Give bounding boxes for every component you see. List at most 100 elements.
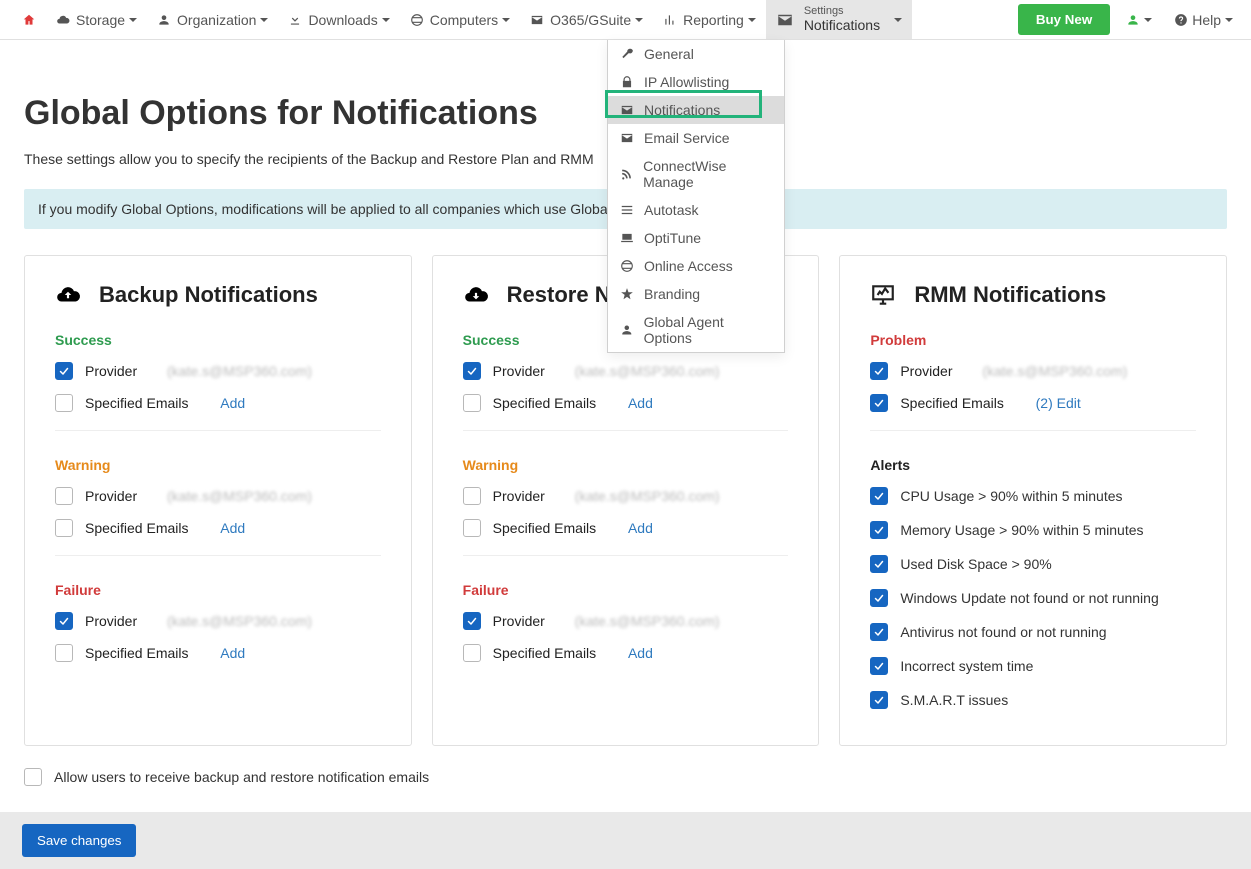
alert-text: Memory Usage > 90% within 5 minutes — [900, 522, 1143, 538]
envelope-icon — [620, 131, 634, 145]
menu-connectwise[interactable]: ConnectWise Manage — [608, 152, 784, 196]
alert-row: Used Disk Space > 90% — [870, 555, 1196, 573]
rmm-card-title: RMM Notifications — [914, 282, 1106, 308]
nav-reporting[interactable]: Reporting — [653, 0, 766, 39]
cloud-up-icon — [55, 282, 81, 308]
nav-home[interactable] — [12, 0, 46, 39]
backup-success-provider-checkbox[interactable] — [55, 362, 73, 380]
allow-users-checkbox[interactable] — [24, 768, 42, 786]
alert-checkbox-3[interactable] — [870, 589, 888, 607]
restore-success-provider-checkbox[interactable] — [463, 362, 481, 380]
cloud-down-icon — [463, 282, 489, 308]
home-icon — [22, 13, 36, 27]
cloud-icon — [56, 13, 70, 27]
wrench-icon — [620, 47, 634, 61]
menu-optitune[interactable]: OptiTune — [608, 224, 784, 252]
check-icon — [873, 558, 885, 570]
menu-online-access[interactable]: Online Access — [608, 252, 784, 280]
alert-checkbox-6[interactable] — [870, 691, 888, 709]
menu-notifications[interactable]: Notifications — [608, 96, 784, 124]
rmm-problem-provider-checkbox[interactable] — [870, 362, 888, 380]
settings-value: Notifications — [804, 17, 880, 34]
backup-failure-provider-checkbox[interactable] — [55, 612, 73, 630]
alert-row: Memory Usage > 90% within 5 minutes — [870, 521, 1196, 539]
caret-icon — [748, 18, 756, 22]
add-link[interactable]: Add — [628, 645, 653, 661]
backup-warning-emails-checkbox[interactable] — [55, 519, 73, 537]
allow-users-label: Allow users to receive backup and restor… — [54, 769, 429, 785]
backup-success-emails-checkbox[interactable] — [55, 394, 73, 412]
failure-label: Failure — [463, 582, 789, 598]
restore-failure-provider-checkbox[interactable] — [463, 612, 481, 630]
menu-autotask[interactable]: Autotask — [608, 196, 784, 224]
failure-label: Failure — [55, 582, 381, 598]
check-icon — [873, 660, 885, 672]
alert-checkbox-4[interactable] — [870, 623, 888, 641]
backup-failure-emails-checkbox[interactable] — [55, 644, 73, 662]
menu-ip-allowlisting[interactable]: IP Allowlisting — [608, 68, 784, 96]
alert-text: Windows Update not found or not running — [900, 590, 1158, 606]
alert-checkbox-1[interactable] — [870, 521, 888, 539]
alert-checkbox-2[interactable] — [870, 555, 888, 573]
nav-organization[interactable]: Organization — [147, 0, 278, 39]
nav-computers[interactable]: Computers — [400, 0, 520, 39]
menu-email-service[interactable]: Email Service — [608, 124, 784, 152]
alert-row: CPU Usage > 90% within 5 minutes — [870, 487, 1196, 505]
check-icon — [873, 397, 885, 409]
check-icon — [58, 615, 70, 627]
alert-row: Antivirus not found or not running — [870, 623, 1196, 641]
caret-icon — [1144, 18, 1152, 22]
check-icon — [873, 490, 885, 502]
problem-label: Problem — [870, 332, 1196, 348]
check-icon — [466, 365, 478, 377]
add-link[interactable]: Add — [220, 645, 245, 661]
save-changes-button[interactable]: Save changes — [22, 824, 136, 857]
check-icon — [873, 626, 885, 638]
rss-icon — [620, 167, 633, 181]
help-menu[interactable]: Help — [1168, 12, 1239, 28]
buy-new-button[interactable]: Buy New — [1018, 4, 1110, 35]
alert-checkbox-5[interactable] — [870, 657, 888, 675]
alert-text: Incorrect system time — [900, 658, 1033, 674]
warning-label: Warning — [55, 457, 381, 473]
restore-failure-emails-checkbox[interactable] — [463, 644, 481, 662]
alert-row: Windows Update not found or not running — [870, 589, 1196, 607]
add-link[interactable]: Add — [220, 395, 245, 411]
nav-downloads[interactable]: Downloads — [278, 0, 399, 39]
question-icon — [1174, 13, 1188, 27]
restore-warning-emails-checkbox[interactable] — [463, 519, 481, 537]
add-link[interactable]: Add — [628, 520, 653, 536]
bottom-bar: Save changes — [0, 812, 1251, 869]
restore-success-emails-checkbox[interactable] — [463, 394, 481, 412]
nav-settings[interactable]: Settings Notifications — [766, 0, 912, 39]
success-label: Success — [55, 332, 381, 348]
top-nav: Storage Organization Downloads Computers… — [0, 0, 1251, 40]
edit-link[interactable]: (2) Edit — [1036, 395, 1081, 411]
add-link[interactable]: Add — [220, 520, 245, 536]
alert-text: S.M.A.R.T issues — [900, 692, 1008, 708]
alert-row: Incorrect system time — [870, 657, 1196, 675]
restore-warning-provider-checkbox[interactable] — [463, 487, 481, 505]
menu-general[interactable]: General — [608, 40, 784, 68]
menu-branding[interactable]: Branding — [608, 280, 784, 308]
nav-storage[interactable]: Storage — [46, 0, 147, 39]
warning-label: Warning — [463, 457, 789, 473]
user-icon — [157, 13, 171, 27]
rmm-problem-emails-checkbox[interactable] — [870, 394, 888, 412]
chart-icon — [663, 13, 677, 27]
user-icon — [1126, 13, 1140, 27]
backup-warning-provider-checkbox[interactable] — [55, 487, 73, 505]
user-menu[interactable] — [1120, 13, 1158, 27]
alert-text: CPU Usage > 90% within 5 minutes — [900, 488, 1122, 504]
caret-icon — [260, 18, 268, 22]
add-link[interactable]: Add — [628, 395, 653, 411]
check-icon — [873, 592, 885, 604]
check-icon — [873, 524, 885, 536]
nav-o365[interactable]: O365/GSuite — [520, 0, 653, 39]
check-icon — [873, 365, 885, 377]
backup-card-title: Backup Notifications — [99, 282, 318, 308]
caret-icon — [894, 18, 902, 22]
alert-checkbox-0[interactable] — [870, 487, 888, 505]
menu-global-agent[interactable]: Global Agent Options — [608, 308, 784, 352]
laptop-icon — [620, 231, 634, 245]
